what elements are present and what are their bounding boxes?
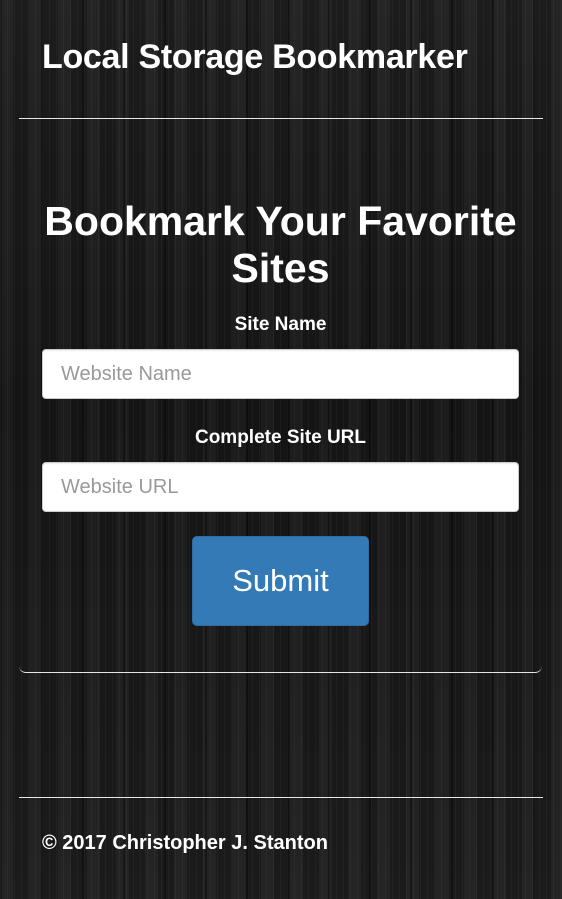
bookmark-form-panel: Bookmark Your Favorite Sites Site Name C… (19, 160, 542, 673)
app-title: Local Storage Bookmarker (42, 38, 468, 76)
page-footer: © 2017 Christopher J. Stanton (19, 797, 543, 899)
site-url-label: Complete Site URL (194, 427, 367, 448)
page-title: Bookmark Your Favorite Sites (44, 198, 517, 291)
site-url-input[interactable] (42, 462, 519, 512)
copyright-text: © 2017 Christopher J. Stanton (42, 832, 328, 854)
submit-button[interactable]: Submit (192, 536, 369, 626)
page-header: Local Storage Bookmarker (19, 0, 543, 119)
site-name-input[interactable] (42, 349, 519, 399)
site-name-label: Site Name (234, 314, 327, 335)
